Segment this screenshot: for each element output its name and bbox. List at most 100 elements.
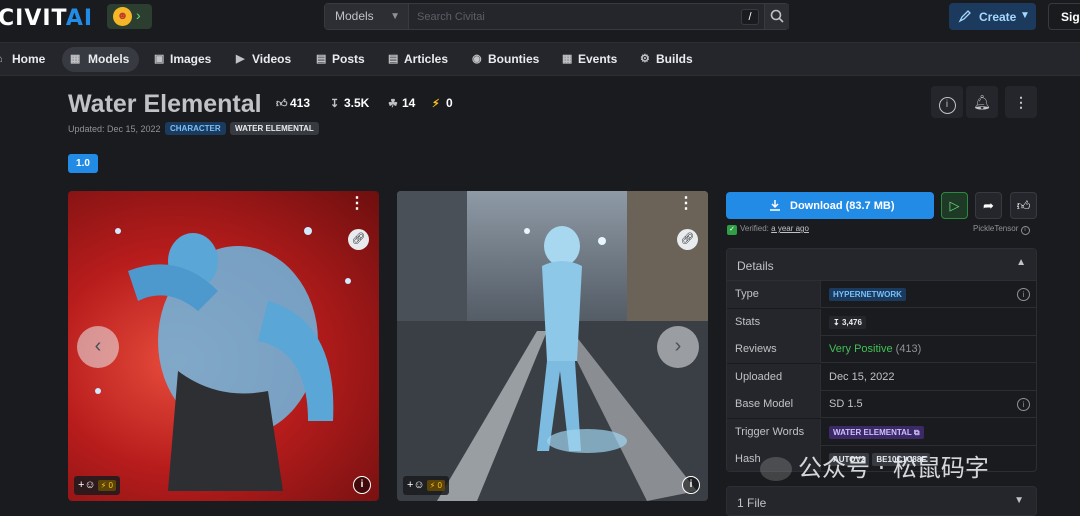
trigger-word: WATER ELEMENTAL: [833, 427, 912, 437]
nav-events[interactable]: ▦ Events: [558, 47, 617, 72]
sign-in-button[interactable]: Sign: [1048, 3, 1080, 30]
download-label: Download (83.7 MB): [790, 200, 895, 212]
nav-videos[interactable]: ▶ Videos: [232, 47, 291, 72]
brush-icon: [958, 10, 971, 23]
tag-water-elemental[interactable]: WATER ELEMENTAL: [230, 122, 319, 135]
share-button[interactable]: ➦: [975, 192, 1002, 219]
buzz-count: 0: [108, 481, 113, 490]
more-options-button[interactable]: ⋮: [1005, 86, 1037, 118]
link-icon[interactable]: 🔗︎: [348, 229, 369, 250]
shield-check-icon: ✓: [727, 225, 737, 235]
downloads-stat: ↧ 3.5K: [330, 95, 369, 111]
files-section[interactable]: 1 File ▼: [726, 486, 1037, 516]
card-reactions[interactable]: +☺ ⚡︎ 0: [74, 476, 120, 495]
nav-builds[interactable]: ⚙ Builds: [636, 47, 693, 72]
civitai-logo[interactable]: CIVITAI: [0, 6, 93, 31]
run-button[interactable]: ▷: [941, 192, 968, 219]
review-count: (413): [895, 343, 922, 355]
row-value[interactable]: Very Positive (413): [829, 336, 921, 363]
card-menu-button[interactable]: ⋮: [349, 196, 365, 212]
gallery-image-2[interactable]: ⋮ 🔗︎ › +☺ ⚡︎ 0 i: [397, 191, 708, 501]
search-input[interactable]: [417, 4, 717, 29]
details-row-stats: Stats ↧ 3,476: [727, 309, 1036, 336]
play-icon: ▷: [949, 198, 960, 213]
tag-character[interactable]: CHARACTER: [165, 122, 226, 135]
scanner-label: PickleTensor i: [973, 224, 1030, 235]
logo-text: CIVIT: [0, 6, 66, 31]
card-menu-button[interactable]: ⋮: [678, 196, 694, 212]
info-icon[interactable]: i: [1020, 226, 1030, 235]
chevron-down-icon: ▼: [1020, 10, 1030, 21]
image-info-icon[interactable]: i: [682, 476, 700, 494]
scanner-name: PickleTensor: [973, 224, 1019, 233]
nav-label: Builds: [656, 52, 693, 66]
info-button[interactable]: i: [931, 86, 963, 118]
buzz-stat[interactable]: ⚡︎ 0: [432, 95, 453, 111]
nav-label: Events: [578, 52, 618, 66]
thumbs-up-icon: 👍︎: [276, 98, 288, 110]
notify-button[interactable]: 🔔︎: [966, 86, 998, 118]
bookmarks-stat[interactable]: ☘ 14: [388, 95, 415, 111]
posts-icon: ▤: [316, 53, 327, 65]
version-badge[interactable]: 1.0: [68, 154, 98, 173]
search-icon: [770, 9, 784, 23]
review-sentiment: Very Positive: [829, 343, 893, 355]
add-reaction-icon: +☺: [78, 479, 96, 491]
logo-ai-text: AI: [65, 6, 94, 31]
like-button[interactable]: 👍︎: [1010, 192, 1037, 219]
vertical-dots-icon: ⋮: [1014, 94, 1028, 110]
info-icon[interactable]: i: [1017, 288, 1030, 301]
row-label: Trigger Words: [727, 419, 821, 446]
grid-icon: ▦: [70, 53, 81, 65]
nav-label: Images: [170, 52, 212, 66]
nav-images[interactable]: ▣ Images: [150, 47, 211, 72]
download-button[interactable]: Download (83.7 MB): [726, 192, 934, 219]
model-title: Water Elemental: [68, 90, 262, 118]
watermark-text: 公众号 · 松鼠码字: [798, 454, 989, 482]
files-title: 1 File: [737, 496, 767, 510]
image-info-icon[interactable]: i: [353, 476, 371, 494]
details-row-base-model: Base Model SD 1.5 i: [727, 391, 1036, 418]
create-button[interactable]: Create ▼: [949, 3, 1036, 30]
main-nav: ⌂ Home ▦ Models ▣ Images ▶ Videos ▤ Posts ▤ Ar…: [0, 42, 1080, 76]
row-value[interactable]: WATER ELEMENTAL ⧉: [829, 419, 924, 446]
buzz-badge: ⚡︎ 0: [426, 480, 445, 491]
buzz-count: 0: [437, 481, 442, 490]
download-icon: ↧: [833, 317, 842, 327]
emoji-face-icon: ☻: [113, 7, 132, 26]
bookmarks-count: 14: [402, 96, 416, 110]
chevron-right-icon: ›: [136, 7, 141, 23]
details-row-type: Type HYPERNETWORK i: [727, 281, 1036, 308]
type-badge: HYPERNETWORK: [829, 287, 906, 301]
gallery-next-button[interactable]: ›: [657, 326, 699, 368]
download-icon: ↧: [330, 98, 340, 110]
nav-articles[interactable]: ▤ Articles: [384, 47, 448, 72]
gallery-prev-button[interactable]: ‹: [77, 326, 119, 368]
watermark: 公众号 · 松鼠码字: [760, 448, 989, 484]
nav-label: Videos: [252, 52, 292, 66]
builds-icon: ⚙: [640, 53, 650, 65]
search-scope-select[interactable]: Models ▼: [325, 4, 409, 29]
bookmark-icon: ☘: [388, 98, 398, 110]
row-label: Base Model: [727, 391, 821, 418]
share-icon: ➦: [983, 198, 994, 213]
nav-models[interactable]: ▦ Models: [62, 47, 140, 72]
copy-icon: ⧉: [913, 427, 920, 437]
gallery-image-1[interactable]: ⋮ 🔗︎ ‹ +☺ ⚡︎ 0 i: [68, 191, 379, 501]
user-emoji-button[interactable]: ☻ ›: [107, 4, 152, 29]
nav-home[interactable]: ⌂ Home: [0, 47, 45, 72]
article-icon: ▤: [388, 53, 399, 65]
card-reactions[interactable]: +☺ ⚡︎ 0: [403, 476, 449, 495]
link-icon[interactable]: 🔗︎: [677, 229, 698, 250]
verified-time[interactable]: a year ago: [771, 224, 809, 233]
nav-posts[interactable]: ▤ Posts: [312, 47, 365, 72]
likes-stat[interactable]: 👍︎ 413: [276, 95, 310, 111]
trigger-word-badge[interactable]: WATER ELEMENTAL ⧉: [829, 425, 924, 439]
nav-bounties[interactable]: ◉ Bounties: [468, 47, 539, 72]
info-icon: i: [938, 97, 956, 114]
search-button[interactable]: [764, 4, 789, 29]
nav-label: Home: [12, 52, 46, 66]
home-icon: ⌂: [0, 47, 3, 72]
details-header[interactable]: Details ▲: [727, 249, 1036, 281]
info-icon[interactable]: i: [1017, 398, 1030, 411]
